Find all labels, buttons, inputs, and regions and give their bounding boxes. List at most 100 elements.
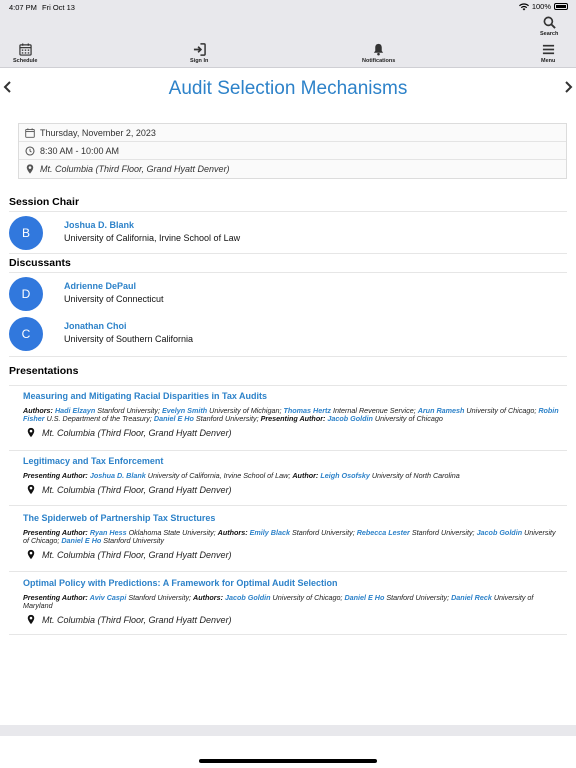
clock-icon bbox=[25, 145, 35, 156]
session-info-box: Thursday, November 2, 2023 8:30 AM - 10:… bbox=[18, 123, 567, 179]
status-bar: 4:07 PM Fri Oct 13 100% bbox=[0, 0, 576, 14]
presentation-authors: Presenting Author: Ryan Hess Oklahoma St… bbox=[23, 529, 563, 545]
presentation-title[interactable]: The Spiderweb of Partnership Tax Structu… bbox=[23, 513, 563, 523]
status-time: 4:07 PM bbox=[9, 3, 37, 12]
author-link[interactable]: Jacob Goldin bbox=[225, 593, 271, 602]
page-title: Audit Selection Mechanisms bbox=[168, 78, 408, 99]
person-name[interactable]: Jonathan Choi bbox=[64, 321, 127, 331]
battery-icon bbox=[554, 3, 568, 10]
session-time-row: 8:30 AM - 10:00 AM bbox=[19, 142, 566, 160]
author-role-label: Authors: bbox=[193, 593, 225, 602]
author-link[interactable]: Leigh Osofsky bbox=[320, 471, 370, 480]
divider bbox=[9, 634, 567, 635]
presentation-location: Mt. Columbia (Third Floor, Grand Hyatt D… bbox=[42, 614, 232, 625]
author-role-label: Authors: bbox=[217, 528, 250, 537]
menu-button[interactable]: Menu bbox=[541, 43, 555, 64]
author-role-label: Author: bbox=[292, 471, 321, 480]
divider bbox=[9, 571, 567, 572]
presentation-authors: Presenting Author: Aviv Caspi Stanford U… bbox=[23, 594, 563, 610]
author-affiliation: Stanford University; bbox=[126, 593, 194, 602]
person-name[interactable]: Joshua D. Blank bbox=[64, 220, 134, 230]
search-label: Search bbox=[540, 31, 559, 37]
author-affiliation: University of California, Irvine School … bbox=[145, 471, 293, 480]
battery-percent: 100% bbox=[531, 2, 551, 11]
sign-in-icon bbox=[193, 43, 206, 56]
divider bbox=[9, 385, 567, 386]
author-link[interactable]: Jacob Goldin bbox=[477, 528, 523, 537]
presentation-title[interactable]: Legitimacy and Tax Enforcement bbox=[23, 456, 563, 466]
avatar: B bbox=[9, 216, 43, 250]
author-link[interactable]: Jacob Goldin bbox=[327, 414, 373, 423]
session-location: Mt. Columbia (Third Floor, Grand Hyatt D… bbox=[40, 164, 230, 174]
person-name[interactable]: Adrienne DePaul bbox=[64, 281, 136, 291]
author-link[interactable]: Daniel E Ho bbox=[61, 536, 101, 545]
author-link[interactable]: Rebecca Lester bbox=[357, 528, 410, 537]
person-affiliation: University of Connecticut bbox=[64, 294, 164, 304]
location-pin-icon bbox=[27, 549, 35, 560]
divider bbox=[9, 450, 567, 451]
session-date-row: Thursday, November 2, 2023 bbox=[19, 124, 566, 142]
presentation-item: Measuring and Mitigating Racial Disparit… bbox=[23, 391, 563, 438]
author-link[interactable]: Daniel E Ho bbox=[154, 414, 194, 423]
notifications-label: Notifications bbox=[362, 58, 396, 64]
presentations-heading: Presentations bbox=[9, 365, 79, 377]
presentation-title[interactable]: Measuring and Mitigating Racial Disparit… bbox=[23, 391, 563, 401]
author-link[interactable]: Daniel Reck bbox=[451, 593, 492, 602]
home-indicator[interactable] bbox=[199, 759, 377, 763]
location-pin-icon bbox=[26, 164, 34, 174]
author-affiliation: Stanford University; bbox=[409, 528, 477, 537]
author-affiliation: U.S. Department of the Treasury; bbox=[44, 414, 154, 423]
bell-icon bbox=[374, 43, 384, 56]
presentation-location-row: Mt. Columbia (Third Floor, Grand Hyatt D… bbox=[23, 484, 563, 495]
author-affiliation: University of Chicago; bbox=[464, 406, 539, 415]
schedule-label: Schedule bbox=[13, 58, 38, 64]
presentation-location: Mt. Columbia (Third Floor, Grand Hyatt D… bbox=[42, 427, 232, 438]
presentation-location: Mt. Columbia (Third Floor, Grand Hyatt D… bbox=[42, 549, 232, 560]
avatar: C bbox=[9, 317, 43, 351]
divider bbox=[9, 253, 567, 254]
presentation-location-row: Mt. Columbia (Third Floor, Grand Hyatt D… bbox=[23, 427, 563, 438]
top-toolbar: Schedule Sign In Notifications Search Me… bbox=[0, 14, 576, 68]
author-link[interactable]: Aviv Caspi bbox=[90, 593, 127, 602]
session-location-row: Mt. Columbia (Third Floor, Grand Hyatt D… bbox=[19, 160, 566, 178]
divider bbox=[9, 505, 567, 506]
session-date: Thursday, November 2, 2023 bbox=[40, 127, 156, 138]
hamburger-menu-icon bbox=[542, 44, 554, 55]
location-pin-icon bbox=[27, 427, 35, 438]
author-affiliation: University of North Carolina bbox=[369, 471, 460, 480]
presentation-authors: Authors: Hadi Elzayn Stanford University… bbox=[23, 407, 563, 423]
search-button[interactable]: Search bbox=[540, 16, 558, 37]
status-date: Fri Oct 13 bbox=[42, 3, 75, 12]
author-link[interactable]: Joshua D. Blank bbox=[90, 471, 146, 480]
author-role-label: Presenting Author: bbox=[23, 471, 90, 480]
presentation-item: Legitimacy and Tax Enforcement Presentin… bbox=[23, 456, 563, 495]
sign-in-button[interactable]: Sign In bbox=[190, 43, 208, 64]
author-affiliation: Stanford University; bbox=[289, 528, 357, 537]
presentation-title[interactable]: Optimal Policy with Predictions: A Frame… bbox=[23, 578, 563, 588]
session-chair-heading: Session Chair bbox=[9, 196, 80, 208]
sign-in-label: Sign In bbox=[190, 58, 209, 64]
presentation-item: Optimal Policy with Predictions: A Frame… bbox=[23, 578, 563, 625]
person-affiliation: University of California, Irvine School … bbox=[64, 233, 241, 243]
presentation-location-row: Mt. Columbia (Third Floor, Grand Hyatt D… bbox=[23, 549, 563, 560]
author-link[interactable]: Daniel E Ho bbox=[344, 593, 384, 602]
menu-label: Menu bbox=[541, 58, 556, 64]
location-pin-icon bbox=[27, 614, 35, 625]
person-affiliation: University of Southern California bbox=[64, 334, 194, 344]
bottom-strip bbox=[0, 725, 576, 736]
presentation-item: The Spiderweb of Partnership Tax Structu… bbox=[23, 513, 563, 560]
divider bbox=[9, 356, 567, 357]
location-pin-icon bbox=[27, 484, 35, 495]
presentation-location: Mt. Columbia (Third Floor, Grand Hyatt D… bbox=[42, 484, 232, 495]
search-icon bbox=[543, 16, 556, 29]
calendar-icon bbox=[25, 127, 35, 138]
calendar-icon bbox=[19, 43, 32, 56]
notifications-button[interactable]: Notifications bbox=[362, 43, 395, 64]
author-affiliation: University of Chicago bbox=[372, 414, 443, 423]
divider bbox=[9, 211, 567, 212]
presentation-location-row: Mt. Columbia (Third Floor, Grand Hyatt D… bbox=[23, 614, 563, 625]
schedule-button[interactable]: Schedule bbox=[13, 43, 37, 64]
author-link[interactable]: Emily Black bbox=[250, 528, 290, 537]
session-time: 8:30 AM - 10:00 AM bbox=[40, 145, 120, 156]
presentation-authors: Presenting Author: Joshua D. Blank Unive… bbox=[23, 472, 563, 480]
